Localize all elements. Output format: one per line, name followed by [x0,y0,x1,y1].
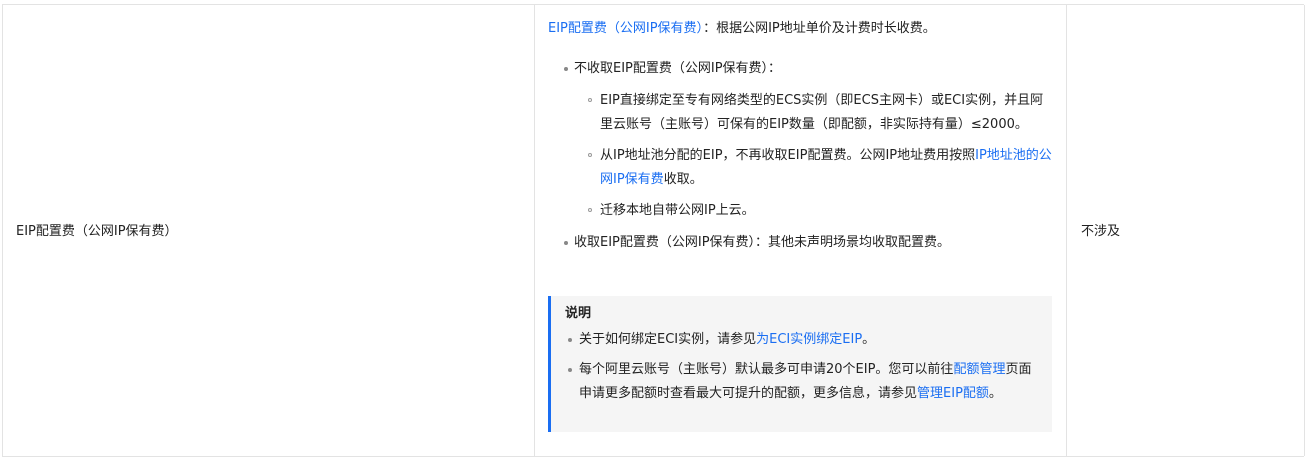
note-list: 关于如何绑定ECI实例，请参见为ECI实例绑定EIP。 每个阿里云账号（主账号）… [565,328,1040,406]
not-charged-label: 不收取EIP配置费（公网IP保有费）： [574,61,782,76]
billing-item-name: EIP配置费（公网IP保有费） [16,224,178,239]
manage-eip-quota-link[interactable]: 管理EIP配额 [917,386,989,401]
list-item-charged: 收取EIP配置费（公网IP保有费）：其他未声明场景均收取配置费。 [548,231,1056,255]
charge-conditions-list: 不收取EIP配置费（公网IP保有费）： EIP直接绑定至专有网络类型的ECS实例… [548,57,1056,255]
list-item-not-charged: 不收取EIP配置费（公网IP保有费）： EIP直接绑定至专有网络类型的ECS实例… [548,57,1056,223]
sublist-text: 从IP地址池分配的EIP，不再收取EIP配置费。公网IP地址费用按照 [600,148,976,163]
note-text: 。 [862,332,876,347]
list-item: 每个阿里云账号（主账号）默认最多可申请20个EIP。您可以前往配额管理页面申请更… [565,358,1040,406]
lead-text: ：根据公网IP地址单价及计费时长收费。 [703,21,936,36]
bind-eci-eip-link[interactable]: 为ECI实例绑定EIP [756,332,862,347]
note-text: 关于如何绑定ECI实例，请参见 [579,332,757,347]
note-text: 。 [988,386,1002,401]
applicability-cell: 不涉及 [1067,5,1305,456]
note-box: 说明 关于如何绑定ECI实例，请参见为ECI实例绑定EIP。 每个阿里云账号（主… [548,296,1052,432]
not-applicable-text: 不涉及 [1081,224,1121,239]
list-item: EIP直接绑定至专有网络类型的ECS实例（即ECS主网卡）或ECI实例，并且阿里… [574,89,1056,137]
list-item: 迁移本地自带公网IP上云。 [574,199,1056,223]
sublist-text: 收取。 [663,172,703,187]
list-item: 从IP地址池分配的EIP，不再收取EIP配置费。公网IP地址费用按照IP地址池的… [574,144,1056,192]
not-charged-sublist: EIP直接绑定至专有网络类型的ECS实例（即ECS主网卡）或ECI实例，并且阿里… [574,89,1056,223]
sublist-text: EIP直接绑定至专有网络类型的ECS实例（即ECS主网卡）或ECI实例，并且阿里… [600,93,1044,132]
billing-item-cell: EIP配置费（公网IP保有费） [3,5,535,456]
eip-config-fee-link[interactable]: EIP配置费（公网IP保有费） [548,21,703,36]
sublist-text: 迁移本地自带公网IP上云。 [600,203,755,218]
quota-management-link[interactable]: 配额管理 [953,362,1005,377]
billing-description-cell: EIP配置费（公网IP保有费）：根据公网IP地址单价及计费时长收费。 不收取EI… [535,5,1067,456]
note-text: 每个阿里云账号（主账号）默认最多可申请20个EIP。您可以前往 [579,362,954,377]
lead-paragraph: EIP配置费（公网IP保有费）：根据公网IP地址单价及计费时长收费。 [548,17,1056,41]
charged-text: 收取EIP配置费（公网IP保有费）：其他未声明场景均收取配置费。 [574,235,951,250]
note-title: 说明 [565,306,592,321]
list-item: 关于如何绑定ECI实例，请参见为ECI实例绑定EIP。 [565,328,1040,352]
billing-table: EIP配置费（公网IP保有费） EIP配置费（公网IP保有费）：根据公网IP地址… [2,4,1305,457]
